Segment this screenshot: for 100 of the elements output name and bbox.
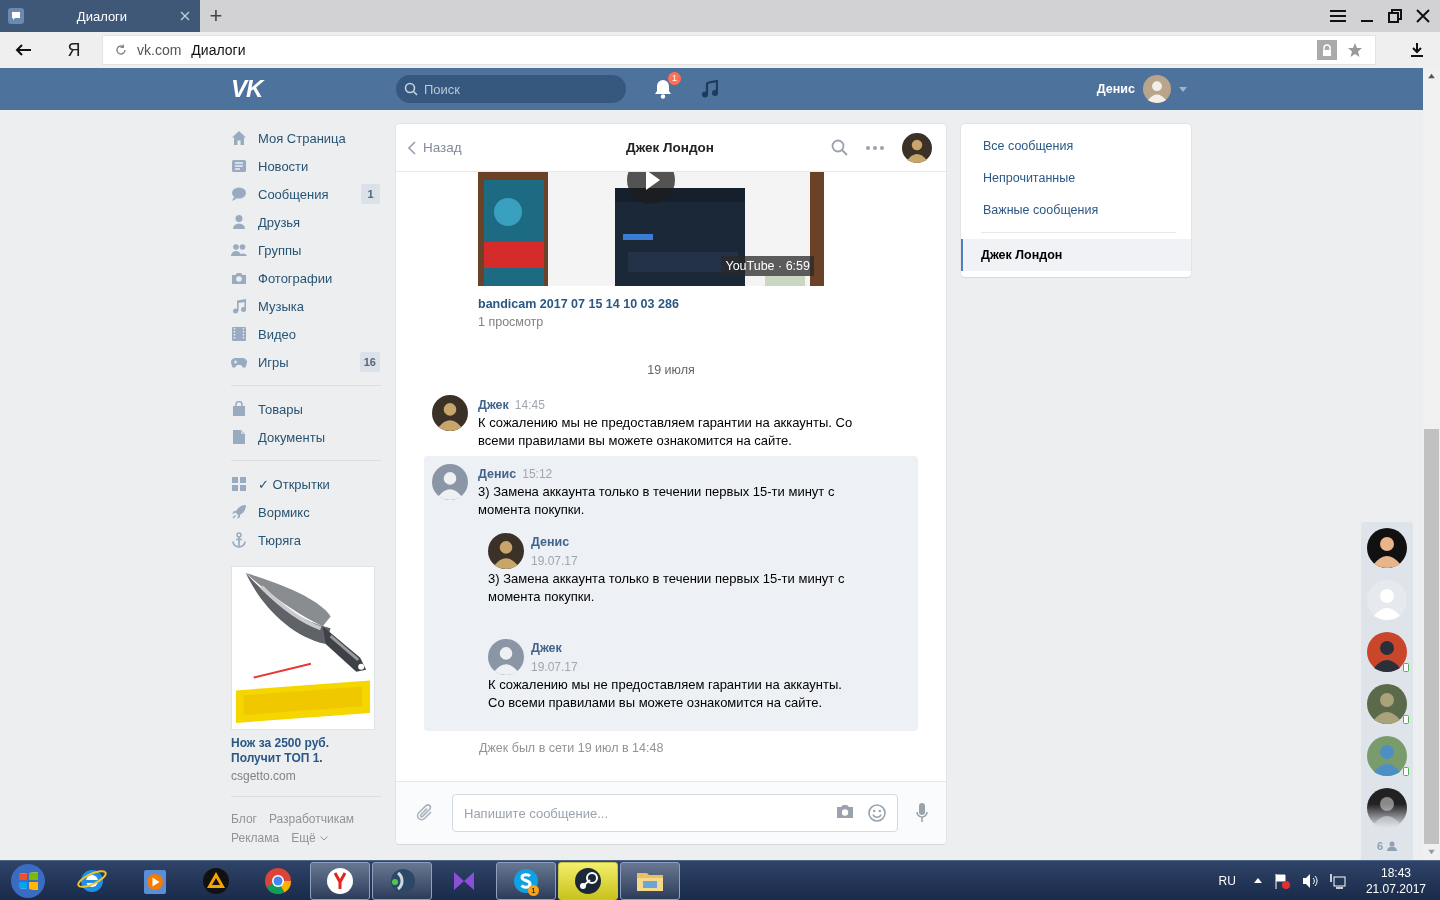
chat-bubble-icon <box>8 8 24 24</box>
clock-time[interactable]: 18:43 <box>1365 864 1426 881</box>
chat-title[interactable]: Джек Лондон <box>578 140 762 155</box>
user-name[interactable]: Денис <box>1096 82 1135 96</box>
friend-avatar[interactable] <box>1367 788 1407 828</box>
avatar <box>432 395 468 431</box>
message-time: 14:45 <box>514 398 545 412</box>
notification-badge: 1 <box>528 884 539 896</box>
menu-icon[interactable] <box>1330 9 1346 23</box>
person-icon <box>1387 841 1398 851</box>
message-input[interactable]: Напишите сообщение... <box>452 794 898 832</box>
sidebar-item[interactable]: Новости <box>231 152 381 180</box>
sidebar-item[interactable]: Вормикс <box>231 498 381 526</box>
restore-icon[interactable] <box>1388 9 1402 23</box>
url-domain: vk.com <box>137 42 182 58</box>
reload-icon[interactable] <box>115 44 127 56</box>
back-button[interactable]: Назад <box>408 140 578 155</box>
message-text: К сожалению мы не предоставляем гарантии на аккаунты. Со всеми правилами вы можете ознакомится на сайте. <box>488 676 843 712</box>
avatar <box>488 639 524 675</box>
bell-icon[interactable] <box>654 79 672 99</box>
taskbar-button[interactable] <box>310 861 370 900</box>
more-icon[interactable] <box>866 145 884 150</box>
caret-icon <box>319 835 328 841</box>
language-indicator[interactable]: RU <box>1218 873 1236 888</box>
grid-icon <box>231 476 247 492</box>
message-text: К сожалению мы не предоставляем гарантии на аккаунты. Со всеми правилами вы можете ознакомится на сайте. <box>478 414 854 450</box>
author-name[interactable]: Джек <box>531 639 578 657</box>
home-icon <box>231 130 247 146</box>
message-text: 3) Замена аккаунта только в течении первых 15-ти минут с момента покупки. <box>478 483 836 519</box>
sidebar-item[interactable]: Тюряга <box>231 526 381 554</box>
rocket-icon <box>231 504 247 520</box>
sidebar-item[interactable]: Моя Страница <box>231 124 381 152</box>
people-icon <box>231 242 247 258</box>
address-bar[interactable]: vk.com Диалоги <box>102 35 1376 65</box>
home-button[interactable]: Я <box>46 32 102 68</box>
sidebar-item[interactable]: Друзья <box>231 208 381 236</box>
search-field[interactable]: Поиск <box>396 75 626 103</box>
author-name[interactable]: Денис <box>478 467 517 481</box>
contact-avatar[interactable] <box>902 132 932 163</box>
back-arrow-icon <box>15 44 31 56</box>
person-icon <box>231 214 247 230</box>
author-name[interactable]: Джек <box>478 398 509 412</box>
user-avatar[interactable] <box>1143 75 1171 103</box>
count-badge: 1 <box>361 184 380 204</box>
sidebar-item[interactable]: Видео <box>231 320 381 348</box>
search-icon <box>404 82 418 96</box>
ad-title[interactable]: Нож за 2500 руб. Получит ТОП 1. <box>231 736 381 766</box>
video-title[interactable]: bandicam 2017 07 15 14 10 03 286 <box>478 295 946 313</box>
star-icon[interactable] <box>1347 42 1363 58</box>
video-duration: YouTube · 6:59 <box>721 256 814 276</box>
music-note-icon <box>231 298 247 314</box>
sidebar-item[interactable]: Фотографии <box>231 264 381 292</box>
count-badge: 16 <box>359 352 380 372</box>
anchor-icon <box>231 532 247 548</box>
scrollbar-thumb[interactable] <box>1424 429 1439 844</box>
flag-icon[interactable] <box>1273 872 1290 889</box>
message-text: 3) Замена аккаунта только в течении первых 15-ти минут с момента покупки. <box>488 570 846 606</box>
sidebar-item[interactable]: Музыка <box>231 292 381 320</box>
friend-avatar[interactable] <box>1367 528 1407 568</box>
news-icon <box>231 158 247 174</box>
message-date: 19.07.17 <box>531 554 578 568</box>
network-icon[interactable] <box>1329 872 1346 889</box>
browser-tab[interactable]: Диалоги <box>0 0 200 32</box>
film-icon <box>231 326 247 342</box>
friend-avatar[interactable] <box>1367 632 1407 672</box>
folder-item[interactable]: Джек Лондон <box>961 239 1191 271</box>
ad-domain: csgetto.com <box>231 768 297 784</box>
bag-icon <box>231 401 247 417</box>
speech-bubble-icon <box>231 186 247 202</box>
sidebar-item[interactable]: Игры 16 <box>231 348 381 376</box>
sidebar-item[interactable]: Сообщения 1 <box>231 180 381 208</box>
chevron-left-icon <box>408 140 416 155</box>
folder-item[interactable]: Непрочитанные <box>961 162 1191 194</box>
notification-badge: 1 <box>668 72 681 85</box>
speaker-icon[interactable] <box>1301 872 1318 889</box>
paperclip-icon[interactable] <box>416 803 434 823</box>
date-divider: 19 июля <box>646 362 696 379</box>
taskbar-button[interactable]: 1 <box>496 861 556 900</box>
taskbar-button[interactable] <box>558 861 618 900</box>
close-icon[interactable] <box>1416 9 1430 23</box>
folder-item[interactable]: Все сообщения <box>961 130 1191 162</box>
vk-logo[interactable]: VK <box>231 75 396 103</box>
caret-up-icon[interactable] <box>1253 878 1262 883</box>
taskbar-button[interactable] <box>620 861 680 900</box>
sidebar-item[interactable]: ✓ Открытки <box>231 470 381 498</box>
view-count: 1 просмотр <box>478 314 545 331</box>
last-seen-status: Джек был в сети 19 июл в 14:48 <box>479 740 665 757</box>
clock-date[interactable]: 21.07.2017 <box>1365 880 1426 897</box>
message-date: 19.07.17 <box>531 660 578 674</box>
folder-item[interactable]: Важные сообщения <box>961 194 1191 226</box>
new-tab-button[interactable]: + <box>200 0 232 32</box>
smiley-icon[interactable] <box>868 804 886 822</box>
document-icon <box>231 429 247 445</box>
sidebar-item[interactable]: Документы <box>231 423 381 451</box>
sidebar-item[interactable]: Группы <box>231 236 381 264</box>
camera-icon <box>231 270 247 286</box>
download-icon[interactable] <box>1410 42 1424 58</box>
search-icon[interactable] <box>831 139 848 156</box>
author-name[interactable]: Денис <box>531 533 578 551</box>
sidebar-item[interactable]: Товары <box>231 395 381 423</box>
